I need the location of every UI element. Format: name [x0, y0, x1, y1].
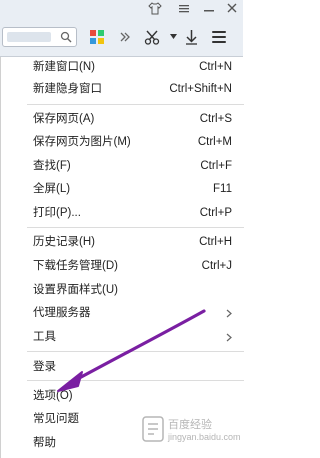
dropdown-icon[interactable] — [170, 34, 177, 40]
browser-toolbar — [0, 18, 243, 57]
apps-grid-icon[interactable] — [90, 30, 104, 44]
menu-item-label: 查找(F) — [33, 160, 71, 172]
menu-item-label: 设置界面样式(U) — [33, 284, 118, 296]
menu-item-label: 新建窗口(N) — [33, 61, 95, 73]
close-icon[interactable] — [224, 1, 240, 16]
menu-item-proxy-server[interactable]: 代理服务器 — [1, 304, 244, 322]
menu-item-label: 代理服务器 — [33, 307, 91, 319]
menu-item-download-manager[interactable]: 下载任务管理(D) Ctrl+J — [1, 257, 244, 275]
menu-item-save-page[interactable]: 保存网页(A) Ctrl+S — [1, 110, 244, 128]
menu-item-find[interactable]: 查找(F) Ctrl+F — [1, 157, 244, 175]
menu-item-label: 工具 — [33, 331, 56, 343]
menu-separator — [27, 227, 244, 228]
menu-item-options[interactable]: 选项(O) — [1, 387, 244, 405]
download-icon[interactable] — [185, 29, 198, 45]
watermark-line-1: 百度经验 — [168, 419, 212, 431]
menu-item-shortcut: Ctrl+J — [201, 260, 232, 272]
menu-item-history[interactable]: 历史记录(H) Ctrl+H — [1, 233, 244, 251]
menu-item-shortcut: Ctrl+S — [199, 113, 232, 125]
menu-item-label: 新建隐身窗口 — [33, 83, 102, 95]
menu-lines-icon[interactable] — [176, 1, 192, 16]
menu-item-shortcut: Ctrl+H — [199, 236, 232, 248]
address-text-blurred — [7, 32, 51, 42]
menu-item-new-incognito-window[interactable]: 新建隐身窗口 Ctrl+Shift+N — [1, 80, 244, 98]
watermark-logo-icon — [142, 416, 164, 442]
menu-item-login[interactable]: 登录 — [1, 358, 244, 376]
menu-item-shortcut: Ctrl+F — [200, 160, 232, 172]
menu-item-label: 下载任务管理(D) — [33, 260, 118, 272]
minimize-icon[interactable] — [201, 1, 217, 16]
menu-item-shortcut: Ctrl+M — [197, 136, 232, 148]
menu-item-fullscreen[interactable]: 全屏(L) F11 — [1, 180, 244, 198]
scissors-icon[interactable] — [144, 29, 160, 45]
menu-item-label: 登录 — [33, 361, 56, 373]
menu-item-label: 选项(O) — [33, 390, 73, 402]
menu-separator — [27, 104, 244, 105]
menu-item-label: 常见问题 — [33, 413, 79, 425]
watermark: 百度经验 jingyan.baidu.com — [138, 408, 243, 458]
menu-item-shortcut: Ctrl+N — [199, 61, 232, 73]
menu-separator — [27, 380, 244, 381]
menu-item-interface-style[interactable]: 设置界面样式(U) — [1, 281, 244, 299]
menu-item-shortcut: Ctrl+Shift+N — [169, 83, 232, 95]
menu-item-label: 帮助 — [33, 437, 56, 449]
submenu-arrow-icon — [226, 333, 232, 342]
title-strip — [0, 0, 243, 18]
menu-item-shortcut: Ctrl+P — [199, 207, 232, 219]
menu-item-shortcut: F11 — [213, 183, 232, 195]
menu-item-print[interactable]: 打印(P)... Ctrl+P — [1, 204, 244, 222]
forward-icon[interactable] — [119, 30, 131, 44]
address-bar[interactable] — [2, 27, 77, 47]
menu-item-tools[interactable]: 工具 — [1, 328, 244, 346]
menu-item-label: 保存网页(A) — [33, 113, 95, 125]
menu-item-label: 打印(P)... — [33, 207, 81, 219]
menu-item-label: 全屏(L) — [33, 183, 71, 195]
main-menu-icon[interactable] — [209, 28, 229, 46]
menu-item-label: 历史记录(H) — [33, 236, 95, 248]
search-icon[interactable] — [60, 31, 72, 43]
menu-item-save-page-as-image[interactable]: 保存网页为图片(M) Ctrl+M — [1, 133, 244, 151]
main-menu-dropdown: 新建窗口(N) Ctrl+N 新建隐身窗口 Ctrl+Shift+N 保存网页(… — [0, 57, 244, 458]
shirt-icon[interactable] — [148, 2, 162, 15]
menu-item-new-window[interactable]: 新建窗口(N) Ctrl+N — [1, 58, 244, 76]
menu-item-label: 保存网页为图片(M) — [33, 136, 131, 148]
submenu-arrow-icon — [226, 309, 232, 318]
menu-separator — [27, 351, 244, 352]
watermark-line-2: jingyan.baidu.com — [168, 432, 241, 442]
